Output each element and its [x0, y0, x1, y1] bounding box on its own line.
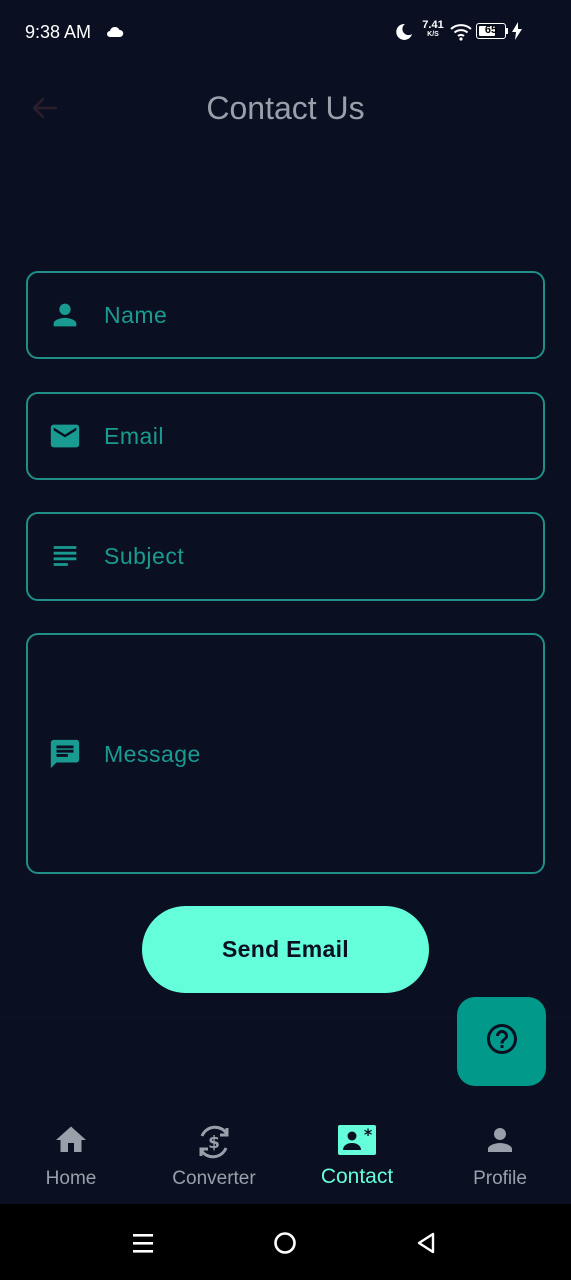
- battery-icon: 65: [476, 23, 506, 39]
- message-placeholder: Message: [104, 741, 201, 767]
- moon-icon: [395, 23, 413, 46]
- currency-exchange-icon: $: [194, 1122, 234, 1167]
- person-icon: [48, 298, 82, 332]
- help-icon: [484, 1021, 520, 1062]
- nav-item-home[interactable]: Home: [0, 1104, 142, 1204]
- back-triangle-icon[interactable]: [414, 1231, 438, 1260]
- name-field[interactable]: Name: [26, 271, 545, 359]
- system-nav-bar: [0, 1204, 571, 1280]
- nav-label-profile: Profile: [473, 1168, 527, 1189]
- subject-icon: [48, 539, 82, 573]
- speed-value: 7.41: [422, 19, 444, 31]
- status-time: 9:38 AM: [25, 22, 92, 42]
- send-email-button[interactable]: Send Email: [142, 906, 429, 993]
- charging-icon: [511, 22, 523, 45]
- email-placeholder: Email: [104, 423, 165, 449]
- page-title: Contact Us: [206, 90, 365, 126]
- speed-unit: K/S: [427, 31, 439, 38]
- svg-text:*: *: [364, 1125, 373, 1144]
- nav-label-converter: Converter: [172, 1168, 256, 1189]
- nav-label-contact: Contact: [320, 1165, 394, 1188]
- cloud-icon: [106, 25, 124, 43]
- chat-icon: [48, 737, 82, 771]
- subject-placeholder: Subject: [104, 543, 185, 569]
- contact-card-icon: *: [337, 1122, 377, 1163]
- name-placeholder: Name: [104, 302, 168, 328]
- nav-item-profile[interactable]: Profile: [429, 1104, 571, 1204]
- wifi-icon: [450, 23, 472, 46]
- app-bar: Contact Us: [0, 72, 571, 144]
- message-field[interactable]: Message: [26, 633, 545, 874]
- battery-level: 65: [484, 24, 498, 36]
- bottom-nav: Home $ Converter * Contact Profile: [0, 1104, 571, 1204]
- menu-icon[interactable]: [131, 1231, 155, 1260]
- nav-label-home: Home: [45, 1168, 97, 1189]
- help-button[interactable]: [457, 997, 546, 1086]
- network-speed: 7.41 K/S: [419, 20, 447, 39]
- svg-text:$: $: [208, 1133, 220, 1153]
- mail-icon: [48, 419, 82, 453]
- email-field[interactable]: Email: [26, 392, 545, 480]
- nav-item-converter[interactable]: $ Converter: [143, 1104, 285, 1204]
- subject-field[interactable]: Subject: [26, 512, 545, 601]
- status-bar: 9:38 AM 7.41 K/S 65: [0, 0, 571, 64]
- person-icon: [482, 1122, 518, 1163]
- nav-item-contact[interactable]: * Contact: [286, 1104, 428, 1204]
- home-circle-icon[interactable]: [273, 1231, 297, 1260]
- home-icon: [53, 1122, 89, 1163]
